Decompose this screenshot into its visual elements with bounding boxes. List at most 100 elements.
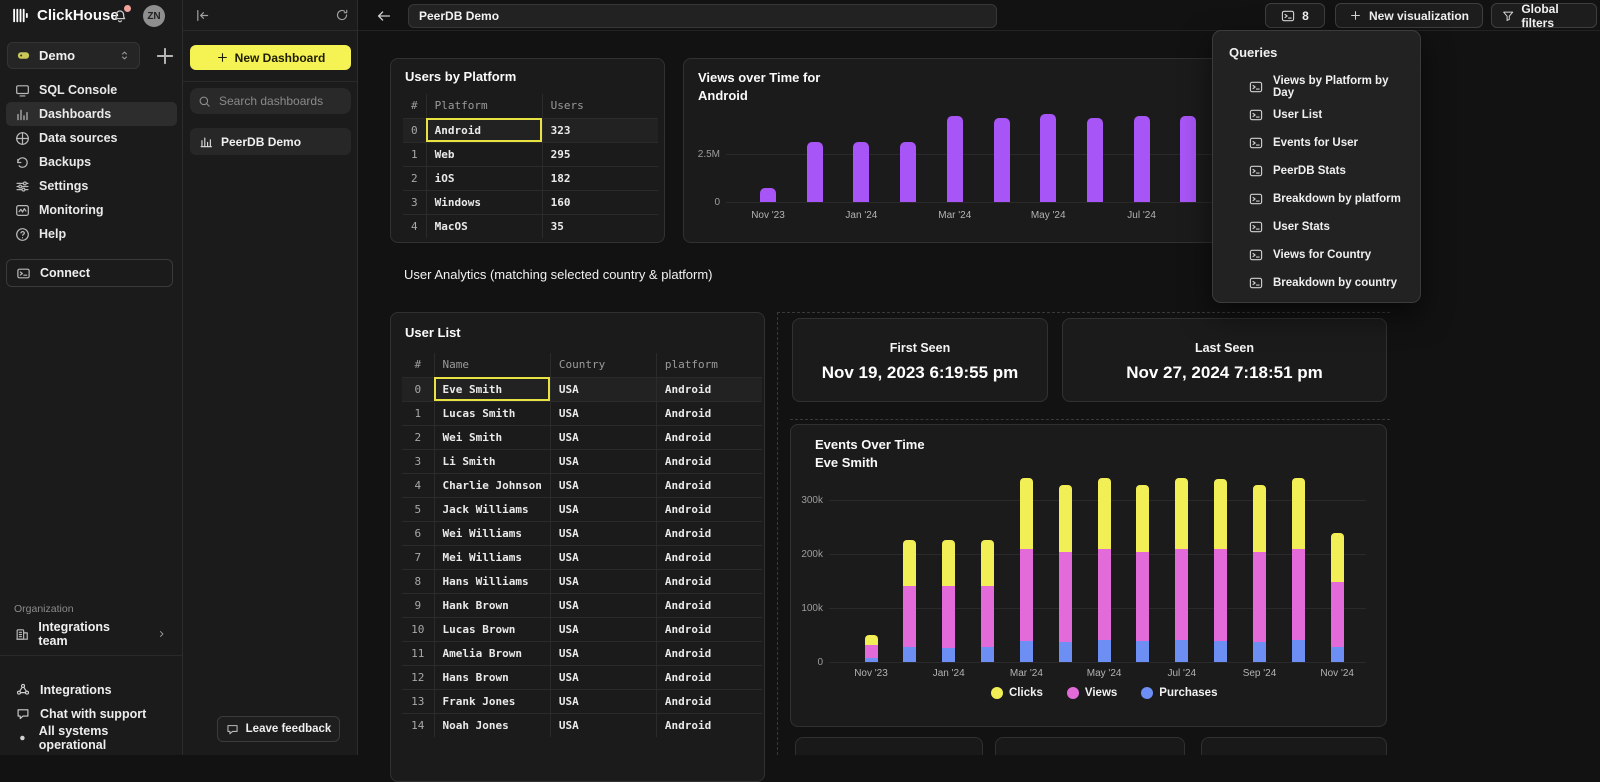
table-row[interactable]: 2Wei SmithUSAAndroid: [402, 425, 762, 449]
table-row[interactable]: 14Noah JonesUSAAndroid: [402, 713, 762, 737]
dashboard-search[interactable]: [190, 88, 351, 114]
table-cell[interactable]: Android: [656, 473, 762, 497]
dashboard-title-input[interactable]: [408, 4, 997, 28]
table-cell[interactable]: Android: [656, 521, 762, 545]
row-index-cell[interactable]: 6: [402, 521, 434, 545]
table-cell[interactable]: Android: [656, 425, 762, 449]
row-index-cell[interactable]: 13: [402, 689, 434, 713]
chart-bar-segment[interactable]: [1020, 478, 1033, 548]
legend-item[interactable]: Clicks: [991, 687, 1043, 699]
chart-bar-segment[interactable]: [1059, 552, 1072, 642]
chart-bar-segment[interactable]: [1292, 640, 1305, 662]
search-input[interactable]: [217, 93, 343, 109]
row-index-cell[interactable]: 3: [402, 449, 434, 473]
workspace-selector[interactable]: Demo: [7, 42, 140, 69]
table-row[interactable]: 2iOS182: [403, 166, 658, 190]
chart-bar-segment[interactable]: [981, 540, 994, 586]
chart-bar-segment[interactable]: [1292, 478, 1305, 548]
chart-bar-segment[interactable]: [903, 540, 916, 586]
queries-menu-item[interactable]: Breakdown by platform: [1213, 185, 1420, 213]
sidebar-item-dashboards[interactable]: Dashboards: [6, 102, 177, 126]
table-cell[interactable]: Li Smith: [434, 449, 550, 473]
row-index-cell[interactable]: 5: [402, 497, 434, 521]
table-cell[interactable]: Wei Williams: [434, 521, 550, 545]
chart-bar-segment[interactable]: [1059, 485, 1072, 553]
table-row[interactable]: 13Frank JonesUSAAndroid: [402, 689, 762, 713]
row-index-cell[interactable]: 4: [403, 214, 426, 238]
table-cell[interactable]: USA: [550, 713, 656, 737]
table-cell[interactable]: 160: [542, 190, 658, 214]
table-row[interactable]: 5Jack WilliamsUSAAndroid: [402, 497, 762, 521]
table-cell[interactable]: USA: [550, 593, 656, 617]
table-cell[interactable]: USA: [550, 641, 656, 665]
chart-bar[interactable]: [760, 188, 776, 202]
table-cell[interactable]: Eve Smith: [434, 377, 550, 401]
table-cell[interactable]: Android: [656, 617, 762, 641]
sidebar-item-integrations[interactable]: Integrations: [6, 678, 177, 702]
chart-bar-segment[interactable]: [1331, 533, 1344, 582]
table-cell[interactable]: Android: [656, 665, 762, 689]
table-cell[interactable]: USA: [550, 617, 656, 641]
queries-menu-item[interactable]: Views for Country: [1213, 241, 1420, 269]
row-index-cell[interactable]: 12: [402, 665, 434, 689]
sidebar-item-help[interactable]: Help: [6, 222, 177, 246]
queries-menu-item[interactable]: Views by Platform by Day: [1213, 73, 1420, 101]
table-row[interactable]: 4MacOS35: [403, 214, 658, 238]
connect-button[interactable]: Connect: [6, 259, 173, 287]
chart-bar[interactable]: [947, 116, 963, 202]
column-header[interactable]: #: [403, 94, 426, 118]
chart-bar-segment[interactable]: [942, 586, 955, 648]
table-cell[interactable]: USA: [550, 449, 656, 473]
chart-bar-segment[interactable]: [1331, 647, 1344, 662]
chart-bar[interactable]: [1180, 116, 1196, 202]
table-cell[interactable]: Android: [656, 545, 762, 569]
sidebar-item-integrations-team[interactable]: Integrations team: [6, 622, 177, 646]
chart-bar-segment[interactable]: [865, 658, 878, 662]
queries-menu-item[interactable]: PeerDB Stats: [1213, 157, 1420, 185]
row-index-cell[interactable]: 7: [402, 545, 434, 569]
chart-bar-segment[interactable]: [1331, 582, 1344, 647]
row-index-cell[interactable]: 1: [403, 142, 426, 166]
row-index-cell[interactable]: 0: [402, 377, 434, 401]
chart-bar[interactable]: [994, 118, 1010, 202]
table-cell[interactable]: Android: [656, 497, 762, 521]
chart-bar-segment[interactable]: [1253, 552, 1266, 642]
table-cell[interactable]: Hans Williams: [434, 569, 550, 593]
table-cell[interactable]: 182: [542, 166, 658, 190]
table-row[interactable]: 0Android323: [403, 118, 658, 142]
table-cell[interactable]: 35: [542, 214, 658, 238]
chart-bar-segment[interactable]: [1175, 549, 1188, 640]
table-cell[interactable]: Web: [426, 142, 542, 166]
chart-bar-segment[interactable]: [1136, 641, 1149, 662]
legend-item[interactable]: Views: [1067, 687, 1117, 699]
chart-bar[interactable]: [853, 142, 869, 202]
table-cell[interactable]: Lucas Brown: [434, 617, 550, 641]
table-cell[interactable]: Hank Brown: [434, 593, 550, 617]
table-row[interactable]: 6Wei WilliamsUSAAndroid: [402, 521, 762, 545]
chart-bar-segment[interactable]: [1020, 641, 1033, 662]
table-cell[interactable]: USA: [550, 497, 656, 521]
table-cell[interactable]: Android: [656, 449, 762, 473]
table-cell[interactable]: USA: [550, 545, 656, 569]
table-cell[interactable]: Mei Williams: [434, 545, 550, 569]
column-header[interactable]: platform: [656, 353, 762, 377]
row-index-cell[interactable]: 4: [402, 473, 434, 497]
chart-bar-segment[interactable]: [1253, 642, 1266, 662]
add-workspace-button[interactable]: [153, 44, 177, 68]
row-index-cell[interactable]: 11: [402, 641, 434, 665]
row-index-cell[interactable]: 2: [402, 425, 434, 449]
sidebar-item-sql-console[interactable]: SQL Console: [6, 78, 177, 102]
global-filters-button[interactable]: Global filters: [1491, 3, 1597, 28]
row-index-cell[interactable]: 3: [403, 190, 426, 214]
chart-bar-segment[interactable]: [1214, 549, 1227, 641]
avatar[interactable]: ZN: [143, 5, 165, 27]
table-cell[interactable]: Wei Smith: [434, 425, 550, 449]
table-cell[interactable]: Noah Jones: [434, 713, 550, 737]
table-cell[interactable]: MacOS: [426, 214, 542, 238]
chart-bar[interactable]: [1040, 114, 1056, 202]
table-row[interactable]: 3Windows160: [403, 190, 658, 214]
table-row[interactable]: 12Hans BrownUSAAndroid: [402, 665, 762, 689]
table-cell[interactable]: USA: [550, 377, 656, 401]
table-row[interactable]: 1Lucas SmithUSAAndroid: [402, 401, 762, 425]
table-cell[interactable]: 295: [542, 142, 658, 166]
